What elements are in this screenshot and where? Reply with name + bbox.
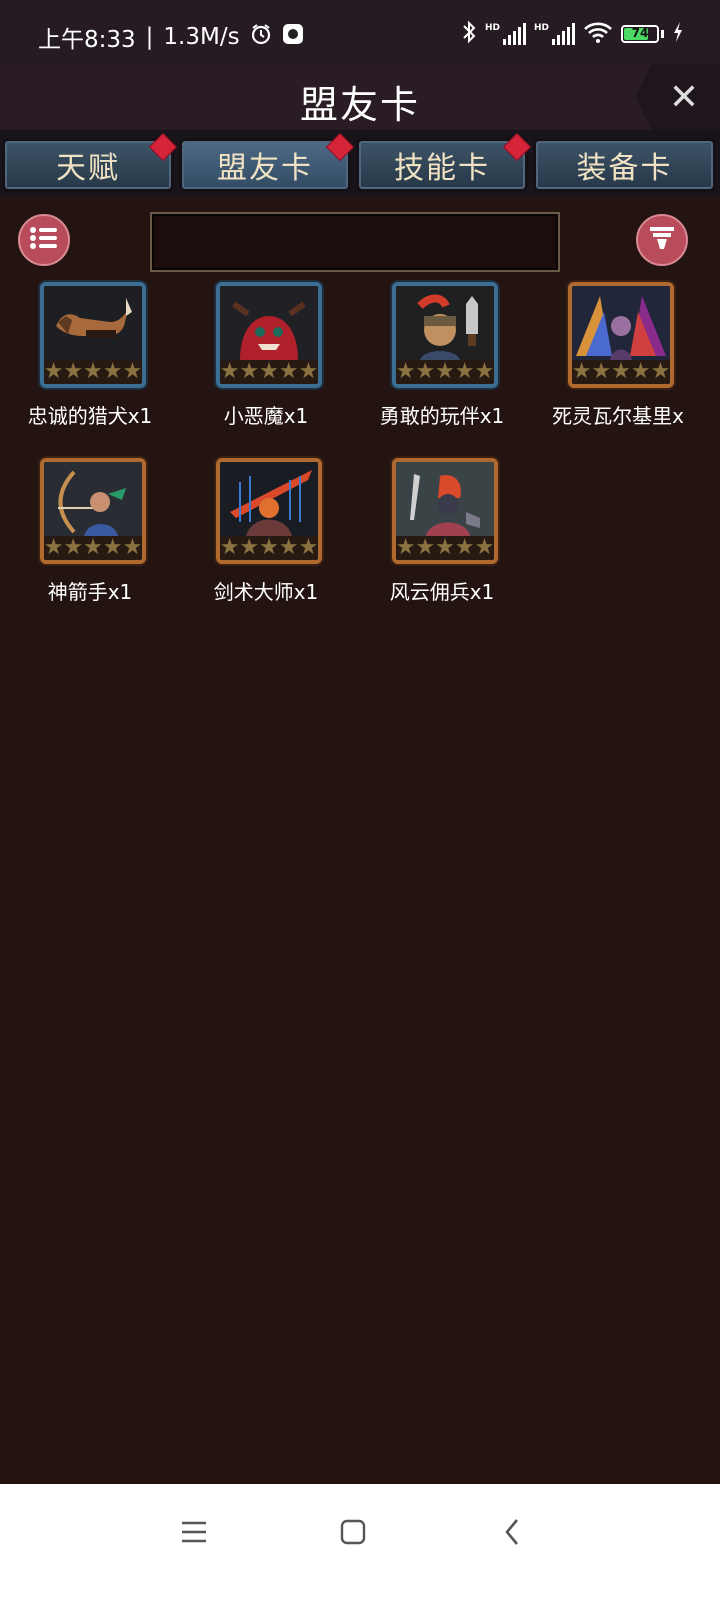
mercenary-portrait [396, 462, 494, 536]
tab-ally-cards[interactable]: 盟友卡 [179, 132, 355, 192]
tab-talent[interactable]: 天赋 [2, 132, 178, 192]
status-right: HD HD 74 [461, 20, 684, 48]
home-icon [340, 1519, 366, 1549]
notification-badge [502, 132, 532, 162]
archer-portrait [44, 462, 142, 536]
signal-hd-icon: HD [485, 23, 526, 45]
charging-icon [672, 21, 684, 47]
card-portrait: ★★★★★ [568, 282, 674, 388]
card-portrait: ★★★★★ [216, 282, 322, 388]
hound-portrait [44, 286, 142, 360]
star-rating: ★★★★★ [219, 359, 319, 384]
network-speed: 1.3M/s [163, 24, 240, 50]
tab-equipment-cards[interactable]: 装备卡 [533, 138, 716, 192]
star-rating: ★★★★★ [219, 535, 319, 560]
tab-label: 技能卡 [394, 151, 490, 186]
filter-icon [648, 224, 676, 256]
signal-hd-icon: HD [534, 23, 575, 45]
card-portrait: ★★★★★ [392, 282, 498, 388]
ally-card[interactable]: ★★★★★ 小恶魔x1 [178, 282, 354, 452]
close-icon: ✕ [668, 76, 700, 118]
back-button[interactable] [492, 1514, 532, 1554]
companion-portrait [396, 286, 494, 360]
filter-button[interactable] [636, 214, 688, 266]
notification-badge [148, 132, 178, 162]
card-name: 小恶魔x1 [223, 404, 309, 428]
star-rating: ★★★★★ [395, 359, 495, 384]
ally-card[interactable]: ★★★★★ 勇敢的玩伴x1 [354, 282, 530, 452]
menu-icon [180, 1520, 208, 1548]
star-rating: ★★★★★ [43, 359, 143, 384]
imp-portrait [220, 286, 318, 360]
card-portrait: ★★★★★ [40, 282, 146, 388]
card-name: 神箭手x1 [47, 580, 133, 604]
ally-card[interactable]: ★★★★★ 风云佣兵x1 [354, 458, 530, 628]
back-icon [503, 1518, 521, 1550]
alarm-icon [250, 23, 272, 51]
tab-label: 装备卡 [576, 151, 673, 186]
star-rating: ★★★★★ [571, 359, 671, 384]
card-portrait: ★★★★★ [392, 458, 498, 564]
ally-card[interactable]: ★★★★★ 剑术大师x1 [178, 458, 354, 628]
wifi-icon [583, 21, 613, 47]
page-header: 盟友卡 ✕ [0, 64, 720, 130]
status-divider: | [145, 24, 154, 50]
status-time: 上午8:33 [38, 27, 136, 53]
list-icon [29, 225, 59, 255]
star-rating: ★★★★★ [395, 535, 495, 560]
tab-label: 天赋 [56, 151, 120, 186]
ally-card[interactable]: ★★★★★ 忠诚的猎犬x1 [2, 282, 178, 452]
status-left: 上午8:33 | 1.3M/s [38, 20, 304, 54]
ally-card[interactable]: ★★★★★ 神箭手x1 [2, 458, 178, 628]
tab-bar: 天赋 盟友卡 技能卡 装备卡 [0, 130, 720, 196]
card-name: 勇敢的玩伴x1 [379, 404, 505, 428]
system-nav-bar [0, 1484, 720, 1600]
list-button[interactable] [18, 214, 70, 266]
battery-level: 74 [631, 26, 649, 40]
page-title: 盟友卡 [299, 83, 420, 127]
card-name: 风云佣兵x1 [389, 580, 495, 604]
status-bar: 上午8:33 | 1.3M/s HD HD 74 [0, 0, 720, 72]
card-portrait: ★★★★★ [40, 458, 146, 564]
close-button[interactable]: ✕ [636, 64, 720, 130]
bluetooth-icon [461, 20, 477, 48]
tab-skill-cards[interactable]: 技能卡 [356, 132, 532, 192]
valkyrie-portrait [572, 286, 670, 360]
card-name: 剑术大师x1 [213, 580, 319, 604]
home-button[interactable] [333, 1514, 373, 1554]
battery-cap [661, 30, 664, 38]
card-portrait: ★★★★★ [216, 458, 322, 564]
search-input[interactable] [150, 212, 560, 272]
app-icon [282, 23, 304, 51]
notification-badge [325, 132, 355, 162]
ally-card[interactable]: ★★★★★ 死灵瓦尔基里x [530, 282, 706, 452]
star-rating: ★★★★★ [43, 535, 143, 560]
menu-button[interactable] [174, 1514, 214, 1554]
battery-icon: 74 [621, 25, 659, 43]
swordmaster-portrait [220, 462, 318, 536]
card-name: 死灵瓦尔基里x [552, 404, 684, 428]
card-name: 忠诚的猎犬x1 [27, 404, 153, 428]
tab-label: 盟友卡 [217, 151, 313, 186]
